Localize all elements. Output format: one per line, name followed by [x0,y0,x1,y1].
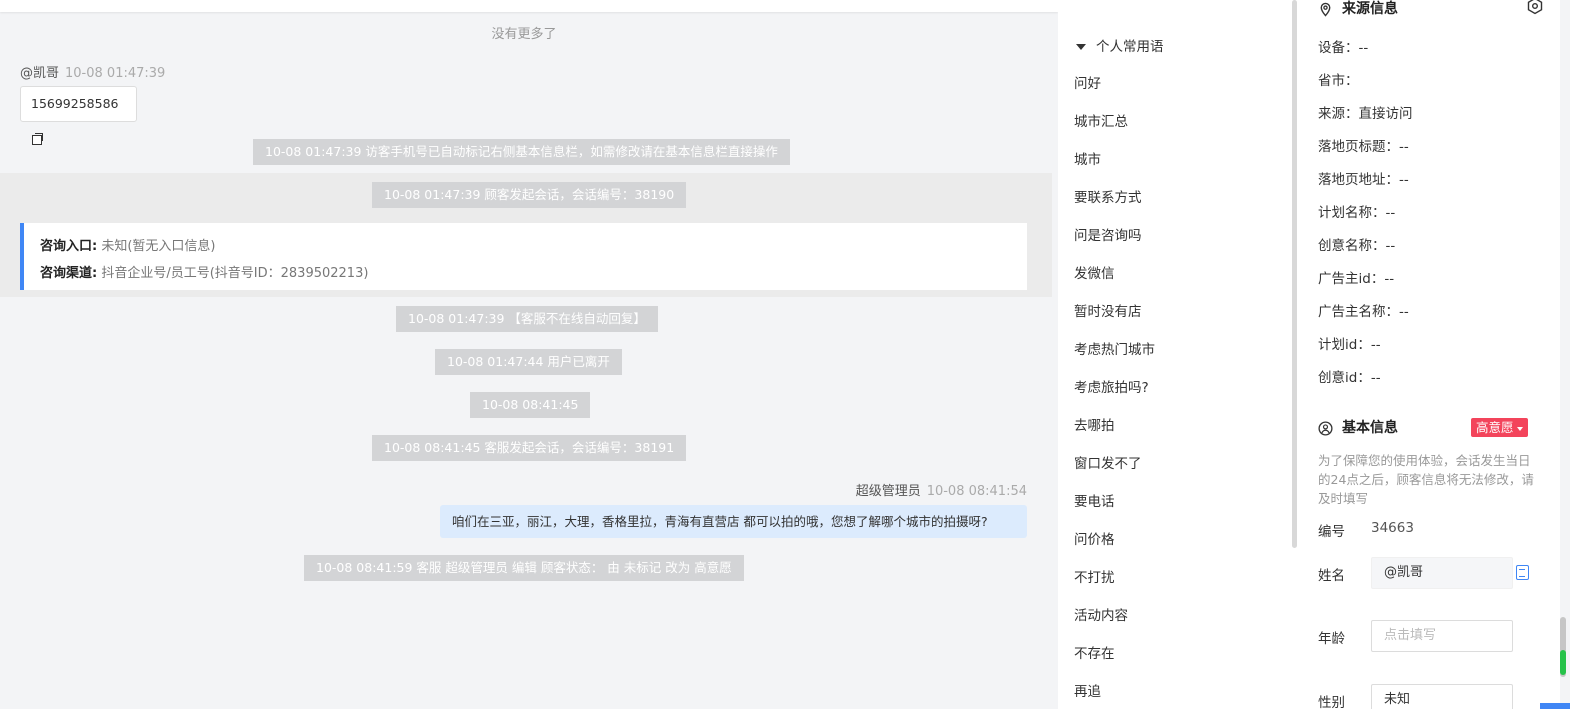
source-row: 广告主id：-- [1318,271,1395,287]
no-more-text: 没有更多了 [491,27,557,42]
phrase-item[interactable]: 去哪拍 [1074,414,1115,434]
visitor-sender-line: @凯哥 10-08 01:47:39 [20,62,165,81]
phrase-item[interactable]: 城市 [1074,148,1101,168]
corner-widget[interactable] [1540,703,1570,709]
system-message: 10-08 01:47:39 顾客发起会话，会话编号：38190 [372,182,687,208]
user-circle-icon [1318,420,1333,436]
caret-down-icon [1516,426,1523,431]
source-row: 创意id：-- [1318,370,1381,386]
settings-icon[interactable] [1526,0,1544,15]
phrase-item[interactable]: 考虑热门城市 [1074,338,1155,358]
agent-name: 超级管理员 [855,484,921,499]
source-row: 落地页标题：-- [1318,139,1409,155]
edit-document-icon[interactable] [1516,565,1529,580]
phrase-item[interactable]: 不打扰 [1074,566,1115,586]
agent-time: 10-08 08:41:54 [926,484,1027,499]
panel-scrollbar-thumb[interactable] [1560,650,1566,675]
source-row: 来源：直接访问 [1318,106,1413,122]
consult-info-card: 咨询入口: 未知(暂无入口信息) 咨询渠道: 抖音企业号/员工号(抖音号ID：2… [20,223,1027,290]
source-row: 计划id：-- [1318,337,1381,353]
agent-sender-line: 超级管理员 10-08 08:41:54 [856,480,1027,499]
phrase-item[interactable]: 窗口发不了 [1074,452,1142,472]
phrase-item[interactable]: 不存在 [1074,642,1115,662]
system-message: 10-08 01:47:44 用户已离开 [435,349,622,375]
phrase-item[interactable]: 城市汇总 [1074,110,1128,130]
system-message: 10-08 08:41:45 [470,392,591,418]
phrases-scrollbar[interactable] [1292,0,1297,548]
source-info-title: 来源信息 [1342,1,1398,17]
phrase-item[interactable]: 暂时没有店 [1074,300,1142,320]
id-value: 34663 [1371,520,1414,536]
caret-down-icon [1076,44,1086,50]
system-message: 10-08 08:41:59 客服 超级管理员 编辑 顾客状态： 由 未标记 改… [304,555,744,581]
source-row: 省市： [1318,73,1359,89]
phrase-item[interactable]: 要联系方式 [1074,186,1142,206]
phone-message-bubble: 15699258586 [20,86,137,145]
source-row: 广告主名称：-- [1318,304,1409,320]
visitor-time: 10-08 01:47:39 [65,66,166,81]
name-field[interactable]: @凯哥 [1371,557,1513,589]
visitor-name: @凯哥 [20,66,60,81]
source-row: 创意名称：-- [1318,238,1396,254]
consult-channel-value: 抖音企业号/员工号(抖音号ID：2839502213) [101,266,369,281]
system-message: 10-08 08:41:45 客服发起会话，会话编号：38191 [372,435,687,461]
basic-info-header: 基本信息 [1318,417,1398,437]
copy-icon[interactable] [32,133,43,145]
phrase-item[interactable]: 要电话 [1074,490,1115,510]
chat-panel: 没有更多了 @凯哥 10-08 01:47:39 15699258586 10-0… [0,0,1058,709]
gender-label: 性别 [1318,695,1345,709]
phrases-group-title: 个人常用语 [1096,39,1164,55]
name-label: 姓名 [1318,568,1345,584]
id-label: 编号 [1318,524,1345,540]
source-row: 落地页地址：-- [1318,172,1409,188]
system-message: 10-08 01:47:39 【客服不在线自动回复】 [396,306,658,332]
phrase-item[interactable]: 活动内容 [1074,604,1128,624]
phrase-item[interactable]: 再追 [1074,680,1101,700]
chat-topbar [0,0,1058,12]
customer-info-panel: 来源信息 设备：-- 省市： 来源：直接访问 落地页标题：-- 落地页地址：--… [1298,0,1560,709]
age-field[interactable]: 点击填写 [1371,620,1513,652]
consult-channel-label: 咨询渠道: [40,266,98,281]
consult-entry-value: 未知(暂无入口信息) [101,239,216,254]
phrase-item[interactable]: 问是咨询吗 [1074,224,1142,244]
edit-hint-text: 为了保障您的使用体验，会话发生当日的24点之后，顾客信息将无法修改，请及时填写 [1318,453,1534,506]
age-label: 年龄 [1318,631,1345,647]
location-pin-icon [1320,2,1331,17]
source-info-header: 来源信息 [1318,0,1398,18]
phrase-item[interactable]: 问好 [1074,72,1101,92]
phone-number: 15699258586 [31,96,119,111]
phrases-panel: 个人常用语 问好 城市汇总 城市 要联系方式 问是咨询吗 发微信 暂时没有店 考… [1058,0,1298,709]
phrases-group-header[interactable]: 个人常用语 [1076,35,1164,55]
agent-message-bubble: 咱们在三亚，丽江，大理，香格里拉，青海有直营店 都可以拍的哦，您想了解哪个城市的… [440,505,1027,538]
intent-tag-dropdown[interactable]: 高意愿 [1471,418,1528,437]
consult-channel-row: 咨询渠道: 抖音企业号/员工号(抖音号ID：2839502213) [40,260,1011,287]
system-message: 10-08 01:47:39 访客手机号已自动标记右侧基本信息栏，如需修改请在基… [253,139,790,165]
phrase-item[interactable]: 发微信 [1074,262,1115,282]
consult-entry-row: 咨询入口: 未知(暂无入口信息) [40,233,1011,260]
consult-entry-label: 咨询入口: [40,239,98,254]
gender-field[interactable]: 未知 [1371,684,1513,709]
phrase-item[interactable]: 问价格 [1074,528,1115,548]
basic-info-title: 基本信息 [1342,420,1398,436]
source-row: 计划名称：-- [1318,205,1396,221]
phrase-item[interactable]: 考虑旅拍吗? [1074,376,1149,396]
intent-tag-label: 高意愿 [1476,420,1514,435]
source-row: 设备：-- [1318,40,1369,56]
